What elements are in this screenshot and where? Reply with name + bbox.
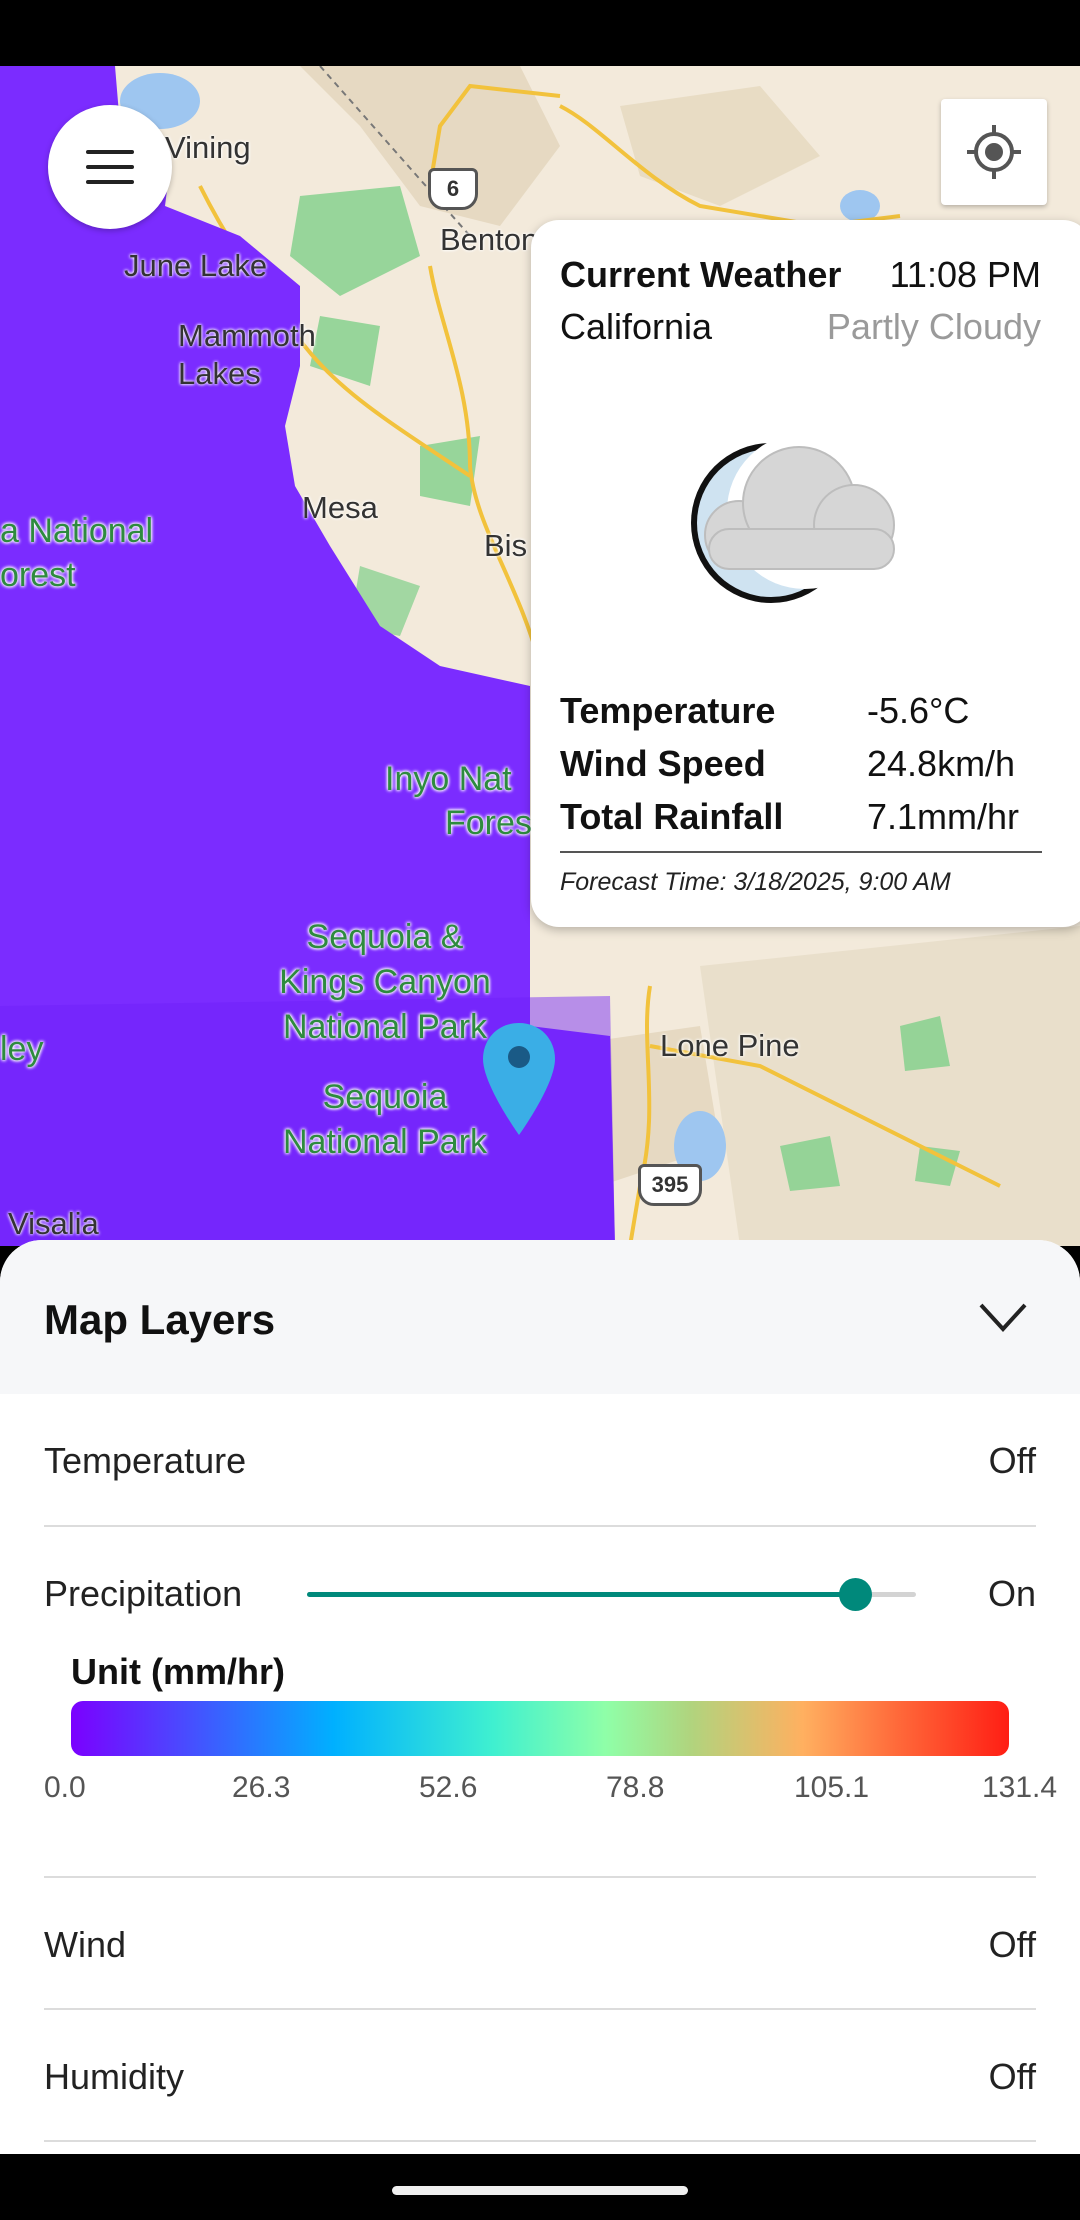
label-kings-canyon-3: National Park bbox=[282, 1008, 488, 1046]
route-6-shield: 6 bbox=[428, 168, 478, 210]
label-bishop: Bis bbox=[484, 528, 528, 563]
forecast-time: Forecast Time: 3/18/2025, 9:00 AM bbox=[560, 868, 951, 896]
label-visalia: Visalia bbox=[8, 1206, 99, 1241]
hamburger-icon bbox=[86, 150, 134, 184]
layer-wind-toggle[interactable]: Off bbox=[989, 1924, 1036, 1966]
label-national-forest-1: a National bbox=[0, 512, 154, 550]
label-inyo-2: Fores bbox=[445, 804, 532, 842]
status-bar bbox=[0, 0, 1080, 66]
crosshair-icon bbox=[967, 125, 1021, 179]
route-395-shield: 395 bbox=[638, 1164, 702, 1206]
label-sequoia-2: National Park bbox=[282, 1123, 488, 1161]
sheet-header[interactable]: Map Layers bbox=[0, 1240, 1080, 1394]
layer-humidity-label: Humidity bbox=[44, 2056, 185, 2097]
legend-unit-label: Unit (mm/hr) bbox=[71, 1651, 285, 1692]
label-sequoia-1: Sequoia bbox=[322, 1078, 448, 1116]
map-layers-sheet: Map Layers Temperature Off Precipitation… bbox=[0, 1240, 1080, 2155]
scale-tick-label: 0.0 bbox=[44, 1771, 86, 1804]
route-395-label: 395 bbox=[651, 1172, 689, 1197]
temperature-key: Temperature bbox=[560, 690, 776, 731]
precipitation-opacity-slider[interactable] bbox=[307, 1578, 916, 1611]
weather-divider bbox=[560, 851, 1042, 853]
temperature-value: -5.6°C bbox=[867, 690, 970, 731]
label-june-lake: June Lake bbox=[124, 248, 268, 283]
slider-fill bbox=[307, 1592, 856, 1597]
weather-region: California bbox=[560, 306, 713, 347]
wind-speed-value: 24.8km/h bbox=[867, 743, 1016, 784]
rainfall-key: Total Rainfall bbox=[560, 796, 784, 837]
weather-condition: Partly Cloudy bbox=[826, 306, 1041, 347]
rainfall-row: Total Rainfall 7.1mm/hr bbox=[560, 796, 1019, 838]
weather-title: Current Weather bbox=[560, 254, 842, 295]
layer-temperature-toggle[interactable]: Off bbox=[989, 1440, 1036, 1482]
wind-speed-key: Wind Speed bbox=[560, 743, 766, 784]
label-mesa: Mesa bbox=[302, 490, 378, 525]
label-benton: Benton bbox=[440, 222, 539, 257]
layer-wind-label: Wind bbox=[44, 1924, 127, 1965]
partly-cloudy-night-icon bbox=[691, 433, 895, 603]
layer-precipitation-label: Precipitation bbox=[44, 1573, 243, 1614]
scale-tick-label: 26.3 bbox=[232, 1771, 291, 1804]
label-kings-canyon-1: Sequoia & bbox=[306, 918, 464, 956]
label-lakes: Lakes bbox=[178, 356, 261, 391]
home-gesture-handle[interactable] bbox=[392, 2186, 688, 2195]
rainfall-value: 7.1mm/hr bbox=[867, 796, 1020, 837]
scale-tick-label: 131.4 bbox=[982, 1771, 1058, 1804]
scale-tick-label: 78.8 bbox=[606, 1771, 665, 1804]
label-lone-pine: Lone Pine bbox=[660, 1028, 800, 1063]
sheet-title: Map Layers bbox=[44, 1296, 276, 1343]
label-inyo-1: Inyo Nat bbox=[385, 760, 512, 798]
label-national-forest-2: orest bbox=[0, 556, 76, 594]
divider bbox=[44, 1525, 1036, 1527]
temperature-row: Temperature -5.6°C bbox=[560, 690, 969, 732]
route-6-label: 6 bbox=[446, 176, 460, 201]
scale-ticks: 0.0 26.3 52.6 78.8 105.1 131.4 bbox=[0, 1771, 1080, 1811]
divider bbox=[44, 2008, 1036, 2010]
label-mammoth: Mammoth bbox=[178, 318, 316, 353]
layer-precipitation-toggle[interactable]: On bbox=[988, 1573, 1036, 1615]
layer-humidity-toggle[interactable]: Off bbox=[989, 2056, 1036, 2098]
weather-time: 11:08 PM bbox=[889, 254, 1041, 295]
divider bbox=[44, 2140, 1036, 2142]
divider bbox=[44, 1876, 1036, 1878]
menu-button[interactable] bbox=[48, 105, 172, 229]
layer-temperature-label: Temperature bbox=[44, 1440, 247, 1481]
label-kings-canyon-2: Kings Canyon bbox=[279, 963, 491, 1001]
wind-speed-row: Wind Speed 24.8km/h bbox=[560, 743, 1015, 785]
label-valley: ley bbox=[0, 1030, 44, 1068]
chevron-down-icon[interactable] bbox=[978, 1300, 1028, 1336]
my-location-button[interactable] bbox=[941, 99, 1047, 205]
scale-tick-label: 52.6 bbox=[419, 1771, 478, 1804]
slider-thumb[interactable] bbox=[839, 1578, 873, 1611]
weather-popup: Current Weather 11:08 PM California Part… bbox=[531, 220, 1080, 927]
location-pin-icon[interactable] bbox=[480, 1021, 558, 1137]
scale-tick-label: 105.1 bbox=[794, 1771, 870, 1804]
precipitation-color-scale bbox=[71, 1701, 1009, 1756]
label-vining: Vining bbox=[165, 130, 251, 165]
